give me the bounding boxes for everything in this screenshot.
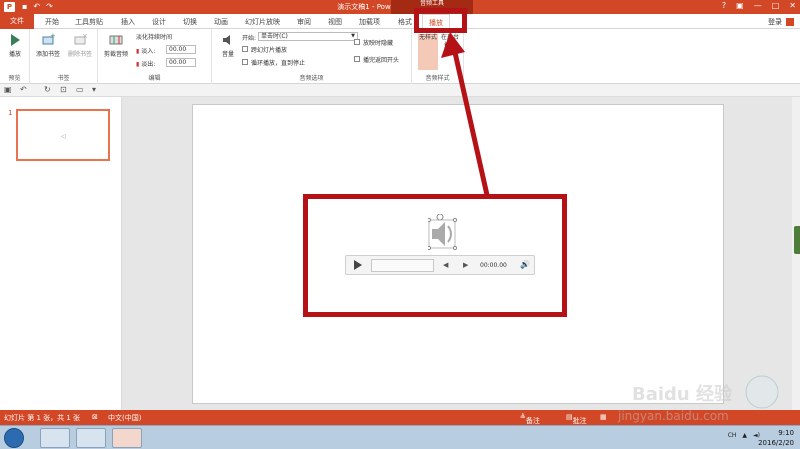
svg-text:jingyan.baidu.com: jingyan.baidu.com: [617, 409, 729, 423]
close-button[interactable]: ✕: [789, 1, 796, 10]
fade-out-input[interactable]: 00.00: [166, 58, 196, 67]
play-button[interactable]: 播放: [4, 33, 26, 58]
ribbon-tabs: 文件 开始 工具剪贴 插入 设计 切换 动画 幻灯片放映 审阅 视图 加载项 格…: [0, 14, 800, 30]
annotation-arrow: [441, 32, 490, 196]
normal-view-icon[interactable]: ▦: [600, 413, 607, 421]
new-icon[interactable]: ▭: [76, 85, 84, 94]
tab-slideshow[interactable]: 幻灯片放映: [245, 17, 280, 27]
across-slides-checkbox[interactable]: [242, 46, 248, 52]
clock-date: 2016/2/20: [758, 439, 794, 447]
loop-checkbox[interactable]: [242, 59, 248, 65]
tab-animations[interactable]: 动画: [214, 17, 228, 27]
hide-during-show-checkbox[interactable]: [354, 39, 360, 45]
minimize-button[interactable]: —: [754, 1, 762, 10]
baidu-watermark-logo: Baidu 经验 jingyan.baidu.com: [617, 375, 779, 423]
remove-bookmark-label: 删除书签: [67, 51, 92, 58]
group-label-editing: 编辑: [148, 75, 161, 82]
loop-label: 循环播放，直到停止: [251, 60, 306, 67]
group-preview: 播放 预览: [0, 29, 30, 84]
spellcheck-icon[interactable]: ⊠: [92, 413, 98, 421]
tab-insert[interactable]: 插入: [121, 17, 135, 27]
slide-number: 1: [8, 109, 13, 117]
fade-duration-title: 淡化持续时间: [136, 34, 173, 41]
taskbar: CH ▲ ◄) 9:10 2016/2/20: [0, 425, 800, 449]
save-icon[interactable]: ▣: [4, 85, 12, 94]
add-bookmark-label: 添加书签: [35, 51, 60, 58]
trim-audio-button[interactable]: 剪裁音频: [100, 33, 132, 58]
group-audio-options: 音量 开始: 单击时(C) ▼ 跨幻灯片播放 循环播放，直到停止 放映时隐藏 播完…: [212, 29, 412, 84]
start-label: 开始:: [242, 35, 257, 42]
trim-audio-icon: [109, 35, 123, 45]
tab-format[interactable]: 格式: [398, 17, 412, 27]
powerpoint-taskbar-icon[interactable]: [112, 428, 142, 448]
volume-button[interactable]: 音量: [216, 33, 240, 58]
tab-tool-clip[interactable]: 工具剪贴: [75, 17, 103, 27]
slide-thumbnail[interactable]: ◁: [16, 109, 110, 161]
quick-toolbar: ▣ ↶ ↻ ⊡ ▭ ▾: [0, 84, 800, 97]
rewind-checkbox[interactable]: [354, 56, 360, 62]
ribbon-display-icon[interactable]: ▣: [736, 1, 744, 10]
across-slides-label: 跨幻灯片播放: [251, 47, 288, 54]
network-icon[interactable]: ▲: [742, 432, 747, 439]
start-button[interactable]: [4, 428, 24, 448]
undo-icon[interactable]: ↶: [20, 85, 27, 94]
clock-time: 9:10: [778, 429, 794, 437]
tab-addins[interactable]: 加载项: [359, 17, 380, 27]
login-link[interactable]: 登录: [768, 17, 782, 27]
redo-icon[interactable]: ↻: [44, 85, 51, 94]
start-select[interactable]: 单击时(C) ▼: [258, 32, 358, 41]
notes-button[interactable]: ≜ 备注: [520, 413, 540, 425]
slideshow-icon[interactable]: ⊡: [60, 85, 67, 94]
tab-home[interactable]: 开始: [45, 17, 59, 27]
fade-in-input[interactable]: 00.00: [166, 45, 196, 54]
title-bar: P ▪ ↶ ↷ 演示文稿1 - PowerPoint(产品激活失败) 音频工具 …: [0, 0, 800, 14]
trim-audio-label: 剪裁音频: [103, 51, 128, 58]
explorer-taskbar-icon[interactable]: [40, 428, 70, 448]
remove-bookmark-button[interactable]: × 删除书签: [64, 33, 96, 58]
comments-button[interactable]: ▤ 批注: [566, 413, 587, 425]
slide-thumbnails-panel: 1 ◁: [0, 97, 122, 410]
window-controls: ? ▣ — □ ✕: [722, 1, 796, 10]
volume-label: 音量: [221, 51, 234, 58]
side-widget-tab[interactable]: [794, 226, 800, 254]
ribbon: 播放 预览 + 添加书签 × 删除书签 书签 剪裁音频 淡化持续时间 ▮ 淡入:…: [0, 29, 800, 84]
customize-icon[interactable]: ▾: [92, 85, 96, 94]
svg-text:Baidu 经验: Baidu 经验: [632, 383, 733, 405]
rewind-label: 播完返回开头: [363, 57, 400, 64]
fade-out-label: ▮ 淡出:: [136, 61, 156, 68]
group-label-audio-options: 音频选项: [299, 75, 324, 82]
no-style-button[interactable]: 无样式: [418, 34, 438, 70]
system-tray: CH ▲ ◄): [728, 432, 760, 439]
remove-bookmark-icon: ×: [74, 33, 87, 45]
svg-text:+: +: [50, 33, 55, 40]
input-language[interactable]: CH: [728, 432, 737, 439]
tab-design[interactable]: 设计: [152, 17, 166, 27]
add-bookmark-icon: +: [42, 33, 55, 45]
group-label-preview: 预览: [8, 75, 21, 82]
clock[interactable]: 9:10 2016/2/20: [758, 428, 794, 448]
tab-review[interactable]: 审阅: [297, 17, 311, 27]
tab-file[interactable]: 文件: [0, 14, 34, 29]
fade-in-label: ▮ 淡入:: [136, 48, 156, 55]
group-label-bookmarks: 书签: [57, 75, 70, 82]
volume-icon: [223, 35, 230, 45]
tab-view[interactable]: 视图: [328, 17, 342, 27]
add-bookmark-button[interactable]: + 添加书签: [32, 33, 64, 58]
tab-transitions[interactable]: 切换: [183, 17, 197, 27]
mini-audio-icon: ◁: [61, 133, 66, 140]
group-bookmarks: + 添加书签 × 删除书签 书签: [30, 29, 98, 84]
help-button[interactable]: ?: [722, 1, 726, 10]
media-taskbar-icon[interactable]: [76, 428, 106, 448]
play-icon: [11, 34, 20, 46]
group-editing: 剪裁音频 淡化持续时间 ▮ 淡入: 00.00 ▮ 淡出: 00.00 编辑: [98, 29, 212, 84]
svg-text:×: ×: [82, 33, 87, 40]
language-status[interactable]: 中文(中国): [108, 413, 141, 423]
highlight-audio-object: [303, 194, 567, 317]
restore-button[interactable]: □: [772, 1, 780, 10]
play-label: 播放: [8, 51, 21, 58]
account-icon[interactable]: [786, 18, 794, 26]
hide-during-show-label: 放映时隐藏: [363, 40, 394, 47]
slide-info: 幻灯片 第 1 张，共 1 张: [4, 414, 81, 422]
